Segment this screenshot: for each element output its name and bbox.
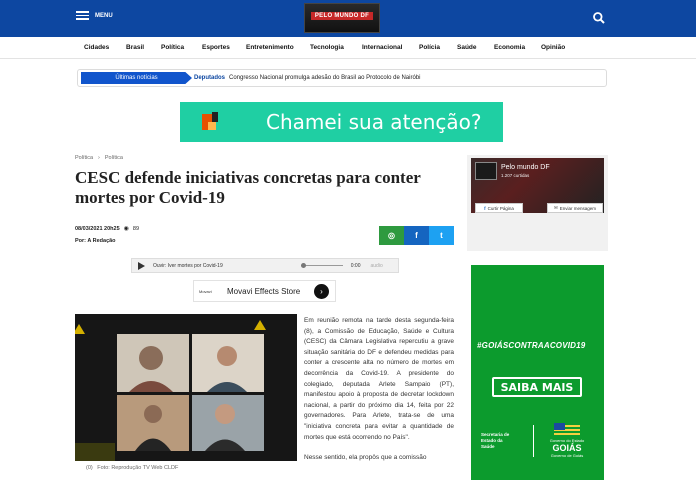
article-photo — [75, 314, 297, 461]
ad-banner[interactable]: Chamei sua atenção? — [180, 102, 503, 142]
audio-title: Ouvir: Iver mortes por Covid-19 — [153, 262, 223, 269]
facebook-likes: 1.207 curtidas — [501, 173, 530, 178]
goias-state-name: GOIÁS — [552, 443, 582, 453]
nav-item-entretenimento[interactable]: Entretenimento — [246, 44, 294, 51]
audio-player: Ouvir: Iver mortes por Covid-19 0:00 aud… — [131, 258, 399, 273]
goias-state-logo: Governo do Estado GOIÁS Governo de Goiás — [545, 423, 589, 458]
audio-extra: audio — [370, 262, 383, 269]
nav-item-policia[interactable]: Polícia — [419, 44, 440, 51]
movavi-logo: Movavi — [199, 288, 212, 294]
news-ticker: Últimas notícias Deputados Congresso Nac… — [77, 69, 607, 87]
facebook-page-widget: Pelo mundo DF 1.207 curtidas f Curtir Pá… — [467, 155, 608, 251]
main-nav: Cidades Brasil Política Esportes Entrete… — [0, 37, 696, 59]
nav-item-politica[interactable]: Política — [161, 44, 184, 51]
article-paragraph: Nesse sentido, ela propôs que a comissão — [304, 454, 427, 462]
movavi-text: Movavi Effects Store — [227, 286, 301, 296]
menu-button[interactable]: MENU — [76, 11, 113, 20]
camera-count: (0) — [86, 465, 93, 471]
goias-covid-ad[interactable]: #GOIÁSCONTRAACOVID19 SAIBA MAIS Secretar… — [471, 265, 604, 480]
article-meta: 08/03/2021 20h25 ◉ 89 — [75, 225, 140, 233]
audio-time: 0:00 — [350, 262, 361, 269]
nav-item-tecnologia[interactable]: Tecnologia — [310, 44, 344, 51]
ticker-headline[interactable]: Congresso Nacional promulga adesão do Br… — [229, 75, 420, 81]
photo-credit: Foto: Reprodução TV Web CLDF — [97, 465, 179, 471]
breadcrumb-separator-icon: › — [98, 155, 100, 161]
nav-item-saude[interactable]: Saúde — [457, 44, 477, 51]
facebook-like-button[interactable]: f Curtir Página — [475, 203, 523, 213]
article-author: Por: A Redação — [75, 238, 116, 244]
ad-text: Chamei sua atenção? — [266, 110, 482, 134]
nav-item-brasil[interactable]: Brasil — [126, 44, 144, 51]
article-title: CESC defende iniciativas concretas para … — [75, 168, 421, 207]
facebook-cover[interactable]: Pelo mundo DF 1.207 curtidas f Curtir Pá… — [471, 158, 604, 213]
audio-progress[interactable] — [300, 263, 343, 268]
goias-divider — [533, 425, 534, 457]
nav-item-opiniao[interactable]: Opinião — [541, 44, 565, 51]
video-call-image — [75, 314, 297, 461]
facebook-share-button[interactable]: f — [404, 226, 429, 245]
ticker-label: Últimas notícias — [81, 72, 192, 84]
facebook-page-name[interactable]: Pelo mundo DF — [501, 164, 550, 171]
goias-state-bottom: Governo de Goiás — [550, 453, 584, 458]
nav-item-economia[interactable]: Economia — [494, 44, 525, 51]
nav-item-cidades[interactable]: Cidades — [84, 44, 109, 51]
nav-item-internacional[interactable]: Internacional — [362, 44, 402, 51]
photo-caption: (0) Foto: Reprodução TV Web CLDF — [86, 465, 178, 471]
twitter-share-button[interactable]: t — [429, 226, 454, 245]
eye-icon: ◉ — [123, 226, 129, 232]
goias-secretaria: Secretaria de Estado da Saúde — [481, 432, 510, 449]
goias-hashtag: #GOIÁSCONTRAACOVID19 — [477, 341, 586, 350]
breadcrumb: Política › Política — [75, 155, 123, 161]
ticker-category[interactable]: Deputados — [194, 75, 225, 81]
breadcrumb-item[interactable]: Política — [105, 155, 123, 161]
facebook-like-label: Curtir Página — [487, 205, 514, 211]
share-buttons: ◎ f t — [379, 226, 454, 245]
site-logo[interactable]: PELO MUNDO DF — [304, 3, 380, 33]
whatsapp-share-button[interactable]: ◎ — [379, 226, 404, 245]
movavi-ad[interactable]: Movavi Movavi Effects Store › — [193, 280, 336, 302]
messenger-icon: ✉ — [553, 205, 558, 210]
saiba-mais-button[interactable]: SAIBA MAIS — [492, 377, 582, 397]
top-bar: MENU PELO MUNDO DF — [0, 0, 696, 37]
nav-item-esportes[interactable]: Esportes — [202, 44, 230, 51]
search-icon[interactable] — [592, 11, 606, 25]
menu-label: MENU — [95, 12, 113, 19]
view-count: 89 — [132, 225, 140, 232]
facebook-icon: f — [484, 205, 486, 211]
article-date: 08/03/2021 20h25 — [75, 225, 120, 232]
facebook-message-label: Enviar mensagem — [559, 205, 597, 211]
hamburger-icon — [76, 11, 89, 20]
hand-arrow-icon — [202, 112, 218, 130]
article-body: Em reunião remota na tarde desta segunda… — [304, 316, 454, 474]
facebook-page-avatar[interactable] — [475, 162, 497, 180]
breadcrumb-item[interactable]: Política — [75, 155, 93, 161]
goias-flag-icon — [554, 423, 580, 437]
logo-text: PELO MUNDO DF — [310, 12, 374, 20]
facebook-message-button[interactable]: ✉ Enviar mensagem — [547, 203, 603, 213]
article-paragraph: Em reunião remota na tarde desta segunda… — [304, 317, 454, 441]
arrow-right-icon[interactable]: › — [314, 284, 329, 299]
play-icon[interactable] — [137, 261, 145, 270]
